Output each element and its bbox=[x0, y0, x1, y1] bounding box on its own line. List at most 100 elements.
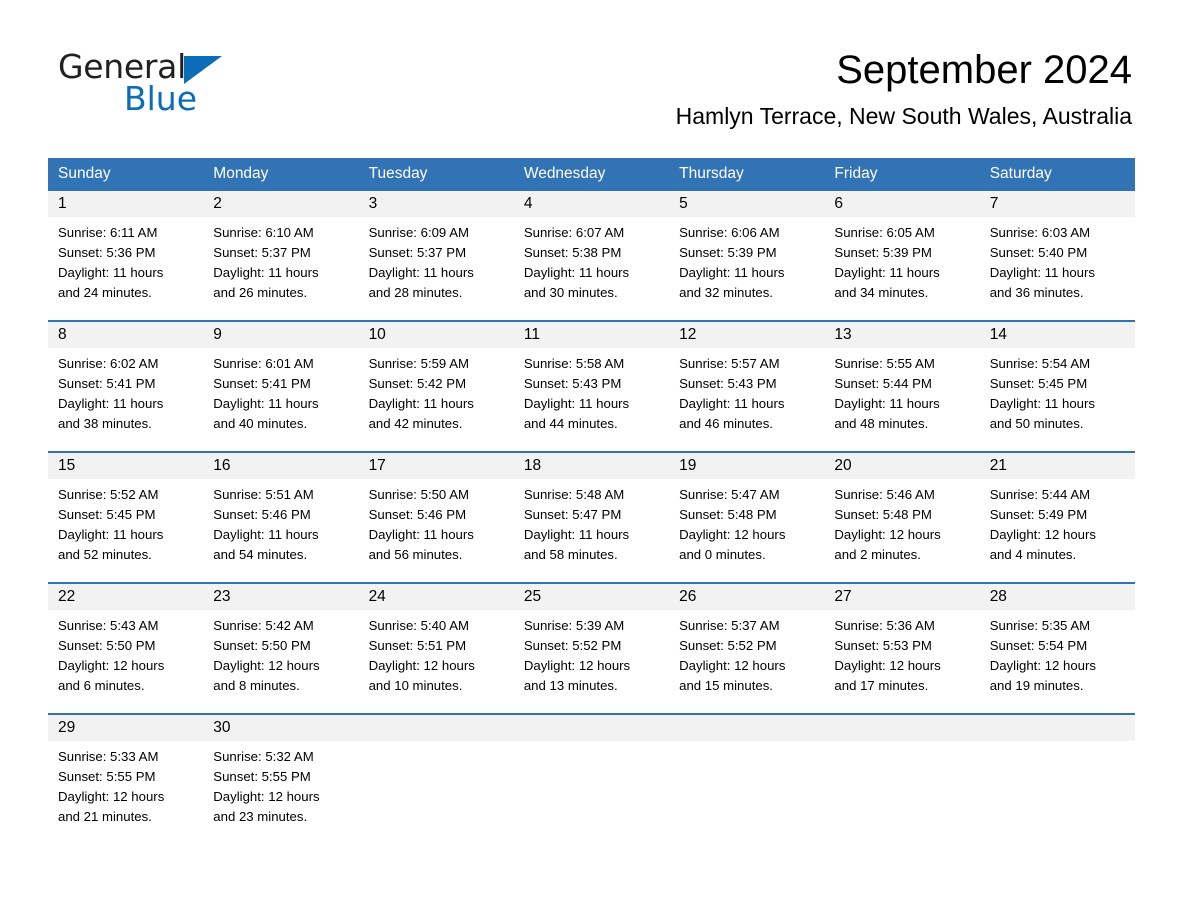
day-cell[interactable]: 29 Sunrise: 5:33 AM Sunset: 5:55 PM Dayligh… bbox=[48, 713, 204, 830]
daylight-text-line1: Daylight: 11 hours bbox=[679, 265, 785, 280]
day-cell[interactable]: 26 Sunrise: 5:37 AM Sunset: 5:52 PM Dayligh… bbox=[669, 582, 825, 699]
calendar-header-row: Sunday Monday Tuesday Wednesday Thursday… bbox=[48, 158, 1135, 191]
sunset-text: Sunset: 5:39 PM bbox=[834, 245, 932, 260]
sunset-text: Sunset: 5:52 PM bbox=[679, 638, 777, 653]
day-cell[interactable]: 28 Sunrise: 5:35 AM Sunset: 5:54 PM Dayligh… bbox=[979, 582, 1135, 699]
daylight-text-line1: Daylight: 12 hours bbox=[58, 658, 165, 673]
day-cell[interactable]: 4 Sunrise: 6:07 AM Sunset: 5:38 PM Daylight… bbox=[513, 191, 670, 306]
day-cell[interactable]: 23 Sunrise: 5:42 AM Sunset: 5:50 PM Dayligh… bbox=[203, 582, 359, 699]
day-cell[interactable]: 7 Sunrise: 6:03 AM Sunset: 5:40 PM Daylight… bbox=[979, 191, 1135, 306]
day-cell[interactable]: 2 Sunrise: 6:10 AM Sunset: 5:37 PM Daylight… bbox=[203, 191, 359, 306]
daylight-text-line2: and 26 minutes. bbox=[213, 285, 308, 300]
day-cell[interactable]: 22 Sunrise: 5:43 AM Sunset: 5:50 PM Dayligh… bbox=[48, 582, 204, 699]
day-cell[interactable]: 17 Sunrise: 5:50 AM Sunset: 5:46 PM Dayligh… bbox=[358, 451, 514, 568]
day-cell[interactable]: 21 Sunrise: 5:44 AM Sunset: 5:49 PM Dayligh… bbox=[979, 451, 1135, 568]
day-cell[interactable]: 30 Sunrise: 5:32 AM Sunset: 5:55 PM Dayligh… bbox=[203, 713, 359, 830]
daylight-text-line1: Daylight: 11 hours bbox=[368, 265, 474, 280]
sunrise-text: Sunrise: 6:02 AM bbox=[58, 356, 159, 371]
weekday-header-saturday: Saturday bbox=[979, 158, 1135, 191]
daylight-text-line2: and 19 minutes. bbox=[989, 678, 1084, 693]
daylight-text-line1: Daylight: 12 hours bbox=[523, 658, 631, 673]
daylight-text-line1: Daylight: 12 hours bbox=[679, 658, 786, 673]
day-cell-empty bbox=[358, 713, 514, 830]
sunset-text: Sunset: 5:45 PM bbox=[58, 507, 156, 522]
daylight-text-line2: and 42 minutes. bbox=[368, 416, 463, 431]
sunset-text: Sunset: 5:47 PM bbox=[523, 507, 622, 522]
day-number: 2 bbox=[213, 195, 222, 212]
logo-top-row: General bbox=[58, 50, 348, 84]
daylight-text-line2: and 15 minutes. bbox=[679, 678, 773, 693]
daylight-text-line2: and 10 minutes. bbox=[368, 678, 463, 693]
daylight-text-line2: and 23 minutes. bbox=[213, 809, 308, 824]
day-number: 25 bbox=[523, 588, 542, 605]
day-number: 27 bbox=[834, 588, 852, 605]
sunset-text: Sunset: 5:37 PM bbox=[213, 245, 311, 260]
daylight-text-line1: Daylight: 12 hours bbox=[213, 658, 320, 673]
weekday-header-friday: Friday bbox=[824, 158, 980, 191]
sunrise-text: Sunrise: 6:10 AM bbox=[213, 225, 314, 240]
sunrise-text: Sunrise: 5:44 AM bbox=[989, 487, 1091, 502]
day-cell[interactable]: 9 Sunrise: 6:01 AM Sunset: 5:41 PM Daylight… bbox=[203, 320, 359, 437]
logo-text-blue: Blue bbox=[124, 79, 198, 118]
calendar-table: Sunday Monday Tuesday Wednesday Thursday… bbox=[48, 158, 1135, 830]
page-title: September 2024 bbox=[836, 48, 1132, 92]
daylight-text-line2: and 44 minutes. bbox=[523, 416, 618, 431]
sunset-text: Sunset: 5:40 PM bbox=[989, 245, 1088, 260]
logo-triangle-icon bbox=[183, 56, 222, 84]
calendar-page: General Blue September 2024 Hamlyn Terra… bbox=[0, 0, 1188, 918]
sunset-text: Sunset: 5:43 PM bbox=[523, 376, 622, 391]
sunrise-text: Sunrise: 5:36 AM bbox=[834, 618, 935, 633]
day-cell[interactable]: 16 Sunrise: 5:51 AM Sunset: 5:46 PM Dayligh… bbox=[203, 451, 359, 568]
day-cell[interactable]: 12 Sunrise: 5:57 AM Sunset: 5:43 PM Dayligh… bbox=[669, 320, 825, 437]
sunset-text: Sunset: 5:48 PM bbox=[834, 507, 932, 522]
sunset-text: Sunset: 5:39 PM bbox=[679, 245, 777, 260]
day-cell[interactable]: 8 Sunrise: 6:02 AM Sunset: 5:41 PM Daylight… bbox=[48, 320, 204, 437]
sunrise-text: Sunrise: 5:48 AM bbox=[523, 487, 625, 502]
daylight-text-line2: and 50 minutes. bbox=[989, 416, 1084, 431]
day-number: 13 bbox=[834, 326, 852, 343]
day-cell[interactable]: 14 Sunrise: 5:54 AM Sunset: 5:45 PM Dayligh… bbox=[979, 320, 1135, 437]
sunset-text: Sunset: 5:44 PM bbox=[834, 376, 932, 391]
day-cell[interactable]: 27 Sunrise: 5:36 AM Sunset: 5:53 PM Dayligh… bbox=[824, 582, 980, 699]
sunrise-text: Sunrise: 5:54 AM bbox=[989, 356, 1091, 371]
daylight-text-line2: and 52 minutes. bbox=[58, 547, 152, 562]
day-cell[interactable]: 20 Sunrise: 5:46 AM Sunset: 5:48 PM Dayligh… bbox=[824, 451, 980, 568]
general-blue-logo[interactable]: General Blue bbox=[58, 50, 348, 120]
day-number: 11 bbox=[523, 326, 540, 343]
day-number: 20 bbox=[834, 457, 852, 474]
day-cell[interactable]: 13 Sunrise: 5:55 AM Sunset: 5:44 PM Dayligh… bbox=[824, 320, 980, 437]
day-cell[interactable]: 3 Sunrise: 6:09 AM Sunset: 5:37 PM Daylight… bbox=[358, 191, 514, 306]
daylight-text-line2: and 34 minutes. bbox=[834, 285, 929, 300]
sunset-text: Sunset: 5:54 PM bbox=[989, 638, 1088, 653]
daylight-text-line2: and 8 minutes. bbox=[213, 678, 300, 693]
day-cell[interactable]: 6 Sunrise: 6:05 AM Sunset: 5:39 PM Daylight… bbox=[824, 191, 980, 306]
day-cell[interactable]: 19 Sunrise: 5:47 AM Sunset: 5:48 PM Dayligh… bbox=[669, 451, 825, 568]
day-cell[interactable]: 18 Sunrise: 5:48 AM Sunset: 5:47 PM Dayligh… bbox=[513, 451, 670, 568]
day-number: 7 bbox=[989, 195, 999, 212]
sunrise-text: Sunrise: 5:42 AM bbox=[213, 618, 314, 633]
day-cell[interactable]: 25 Sunrise: 5:39 AM Sunset: 5:52 PM Dayligh… bbox=[513, 582, 670, 699]
sunset-text: Sunset: 5:48 PM bbox=[679, 507, 777, 522]
day-cell[interactable]: 1 Sunrise: 6:11 AM Sunset: 5:36 PM Daylight… bbox=[48, 191, 204, 306]
weekday-header-wednesday: Wednesday bbox=[513, 158, 670, 191]
day-number: 18 bbox=[523, 457, 542, 474]
day-cell[interactable]: 24 Sunrise: 5:40 AM Sunset: 5:51 PM Dayligh… bbox=[358, 582, 514, 699]
sunrise-text: Sunrise: 5:55 AM bbox=[834, 356, 935, 371]
sunrise-text: Sunrise: 6:07 AM bbox=[523, 225, 625, 240]
sunset-text: Sunset: 5:42 PM bbox=[368, 376, 467, 391]
daylight-text-line1: Daylight: 11 hours bbox=[834, 265, 940, 280]
sunset-text: Sunset: 5:49 PM bbox=[989, 507, 1088, 522]
day-number: 24 bbox=[368, 588, 386, 605]
day-number: 30 bbox=[213, 719, 231, 736]
day-number: 15 bbox=[58, 457, 76, 474]
day-cell[interactable]: 11 Sunrise: 5:58 AM Sunset: 5:43 PM Dayligh… bbox=[513, 320, 670, 437]
day-cell[interactable]: 15 Sunrise: 5:52 AM Sunset: 5:45 PM Dayligh… bbox=[48, 451, 204, 568]
day-cell[interactable]: 10 Sunrise: 5:59 AM Sunset: 5:42 PM Dayligh… bbox=[358, 320, 514, 437]
day-number: 16 bbox=[213, 457, 231, 474]
sunrise-text: Sunrise: 5:43 AM bbox=[58, 618, 159, 633]
day-cell[interactable]: 5 Sunrise: 6:06 AM Sunset: 5:39 PM Daylight… bbox=[669, 191, 825, 306]
sunrise-text: Sunrise: 5:52 AM bbox=[58, 487, 159, 502]
daylight-text-line1: Daylight: 12 hours bbox=[213, 789, 320, 804]
sunrise-text: Sunrise: 5:50 AM bbox=[368, 487, 469, 502]
sunrise-text: Sunrise: 6:01 AM bbox=[213, 356, 314, 371]
